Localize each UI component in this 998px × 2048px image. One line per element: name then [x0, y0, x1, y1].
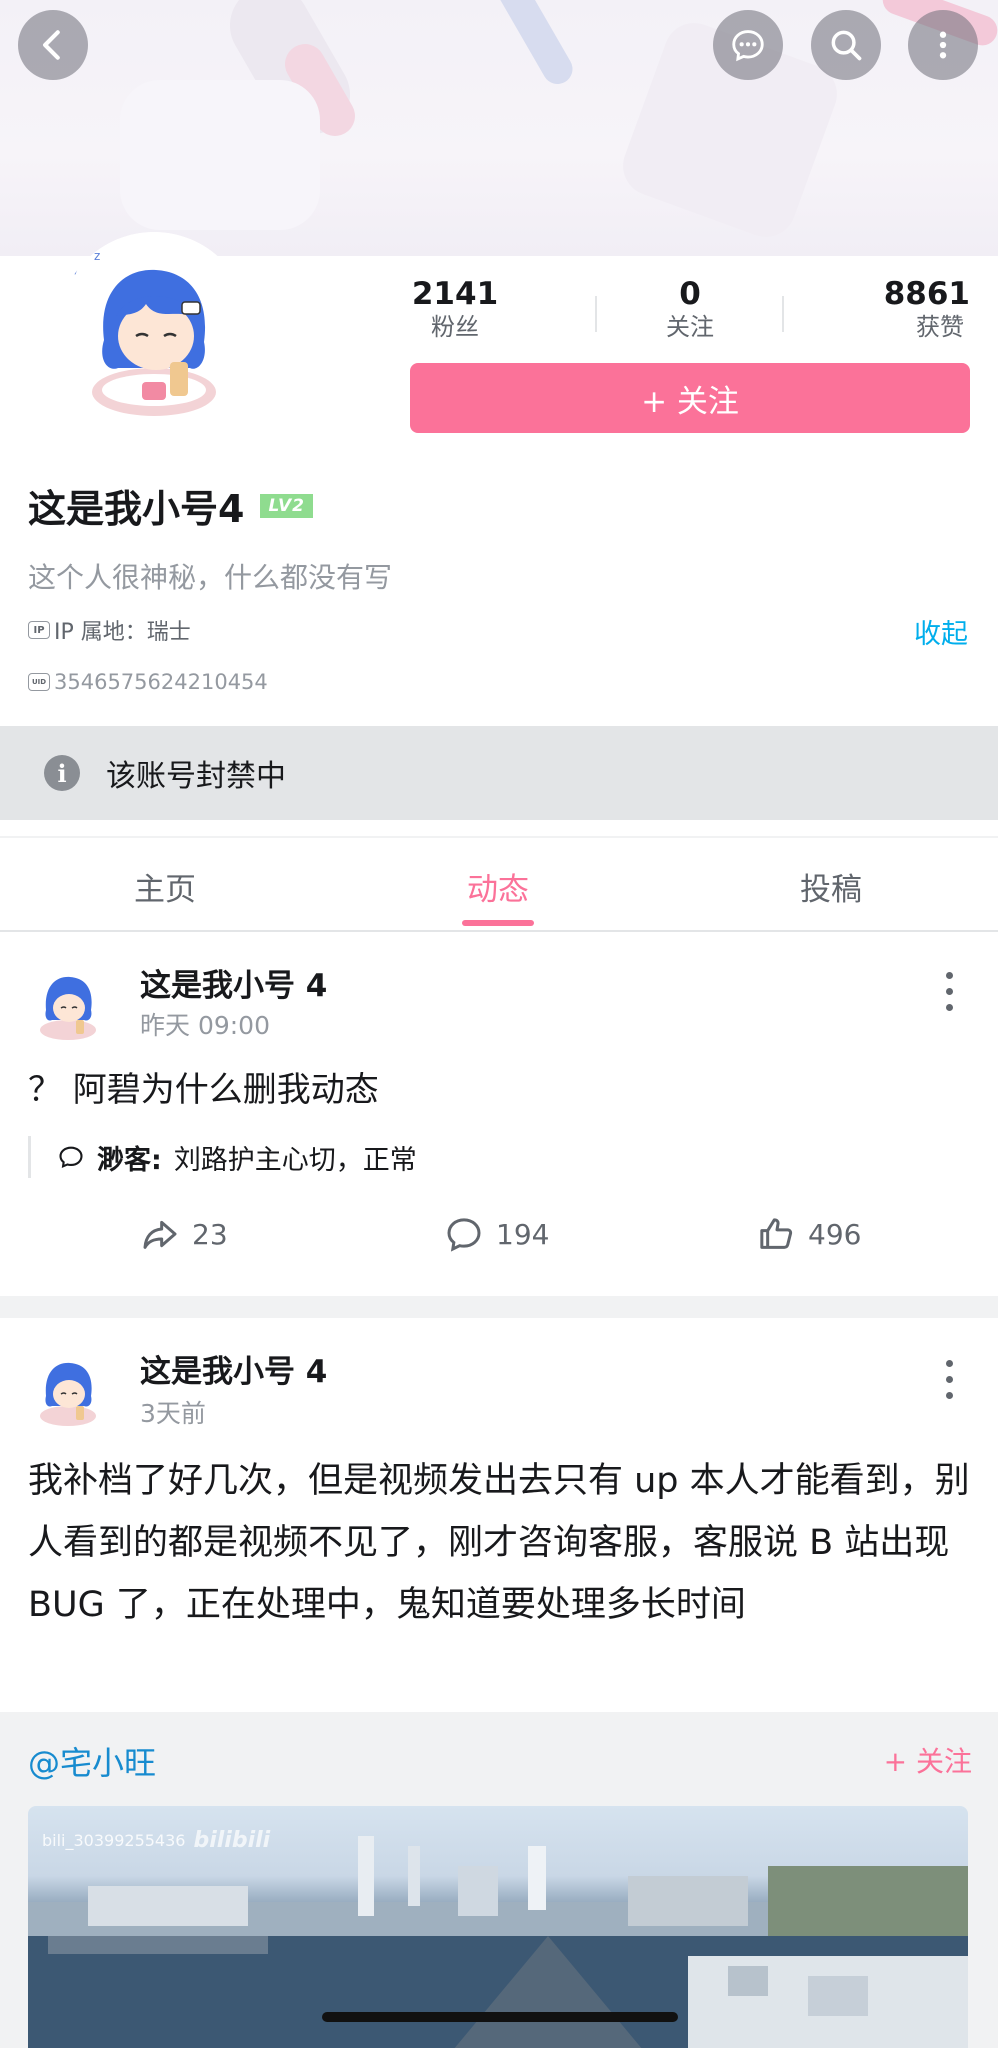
stat-label: 粉丝: [431, 313, 479, 341]
message-button[interactable]: [713, 10, 783, 80]
uid-text: 3546575624210454: [54, 670, 268, 694]
back-icon: [43, 30, 60, 60]
stat-value: 8861: [883, 276, 970, 312]
post-avatar[interactable]: [28, 964, 108, 1044]
banned-notice: i 该账号封禁中: [0, 726, 998, 820]
thumbs-up-icon: [760, 1218, 793, 1249]
like-button[interactable]: 496: [756, 1214, 861, 1254]
avatar[interactable]: z: [58, 232, 250, 424]
post-quote[interactable]: 渺客: 刘路护主心切，正常: [28, 1136, 928, 1178]
like-count: 496: [808, 1217, 862, 1251]
ip-icon: IP: [28, 621, 50, 639]
comment-count: 194: [496, 1217, 550, 1251]
stat-label: 获赞: [916, 313, 964, 341]
reposted-video[interactable]: @宅小旺 + 关注 bili_30399255436 bilibili: [0, 1712, 998, 2048]
stat-label: 关注: [666, 313, 714, 341]
comment-bubble-icon: [59, 1146, 83, 1169]
post-author[interactable]: 这是我小号 4: [140, 1346, 327, 1391]
ip-text: IP 属地：瑞士: [54, 620, 191, 645]
profile-page: z 2141 粉丝 0 关注 8861 获赞 + 关注 这是我小号4 LV2 这…: [0, 0, 998, 2048]
tab-home[interactable]: 主页: [65, 864, 265, 909]
tab-uploads[interactable]: 投稿: [731, 864, 931, 909]
home-indicator[interactable]: [322, 2012, 678, 2022]
repost-user[interactable]: @宅小旺: [28, 1738, 156, 1784]
share-button[interactable]: 23: [140, 1214, 228, 1254]
stat-fans[interactable]: 2141 粉丝: [400, 276, 510, 342]
post-time: 昨天 09:00: [140, 1011, 270, 1040]
more-button[interactable]: [908, 10, 978, 80]
feed-post[interactable]: 这是我小号 4 3天前 我补档了好几次，但是视频发出去只有 up 本人才能看到，…: [0, 1318, 998, 1712]
stat-divider: [782, 296, 784, 332]
ip-location: IP IP 属地：瑞士: [28, 614, 191, 646]
post-separator: [0, 1296, 998, 1318]
follow-button[interactable]: + 关注: [410, 363, 970, 433]
search-button[interactable]: [811, 10, 881, 80]
stat-value: 0: [679, 276, 701, 312]
post-avatar[interactable]: [28, 1350, 108, 1430]
share-count: 23: [192, 1217, 228, 1251]
comment-icon: [447, 1218, 481, 1252]
profile-banner: [0, 0, 998, 256]
collapse-link[interactable]: 收起: [914, 612, 968, 651]
svg-text:z: z: [94, 249, 100, 263]
repost-follow-button[interactable]: + 关注: [884, 1740, 972, 1780]
message-icon: [732, 30, 764, 62]
post-author[interactable]: 这是我小号 4: [140, 960, 327, 1005]
back-button[interactable]: [18, 10, 88, 80]
comment-button[interactable]: 194: [444, 1214, 549, 1254]
user-name: 这是我小号4: [28, 487, 245, 531]
share-icon: [143, 1220, 177, 1249]
uid-icon: UID: [28, 673, 50, 691]
banned-text: 该账号封禁中: [106, 759, 286, 794]
feed-post[interactable]: 这是我小号 4 昨天 09:00 ？ 阿碧为什么删我动态 渺客: 刘路护主心切，…: [0, 934, 998, 1294]
name-row: 这是我小号4 LV2: [28, 478, 313, 533]
uid-row: UID 3546575624210454: [28, 670, 268, 694]
post-text: 我补档了好几次，但是视频发出去只有 up 本人才能看到，别人看到的都是视频不见了…: [28, 1461, 970, 1625]
stat-divider: [595, 296, 597, 332]
post-more-icon[interactable]: [944, 1360, 954, 1399]
bilibili-logo: bilibili: [193, 1828, 271, 1853]
post-text: ？ 阿碧为什么删我动态: [28, 1070, 379, 1110]
post-time: 3天前: [140, 1399, 206, 1428]
search-icon: [831, 30, 862, 61]
active-tab-indicator: [462, 920, 534, 926]
stat-following[interactable]: 0 关注: [635, 276, 745, 342]
profile-tabs: 主页 动态 投稿: [0, 836, 998, 932]
quote-author[interactable]: 渺客:: [97, 1138, 162, 1177]
watermark-text: bili_30399255436: [42, 1831, 186, 1850]
post-actions: 23 194 496: [0, 1214, 998, 1264]
tab-dynamics[interactable]: 动态: [398, 864, 598, 909]
profile-stats: 2141 粉丝 0 关注 8861 获赞: [400, 276, 970, 346]
info-icon: i: [44, 755, 80, 791]
user-bio: 这个人很神秘，什么都没有写: [28, 561, 393, 594]
level-badge: LV2: [260, 493, 313, 518]
more-icon: [939, 31, 947, 59]
post-more-icon[interactable]: [944, 972, 954, 1011]
stat-likes[interactable]: 8861 获赞: [860, 276, 970, 342]
video-watermark: bili_30399255436 bilibili: [42, 1828, 270, 1853]
stat-value: 2141: [411, 276, 499, 312]
quote-text: 刘路护主心切，正常: [173, 1144, 417, 1176]
